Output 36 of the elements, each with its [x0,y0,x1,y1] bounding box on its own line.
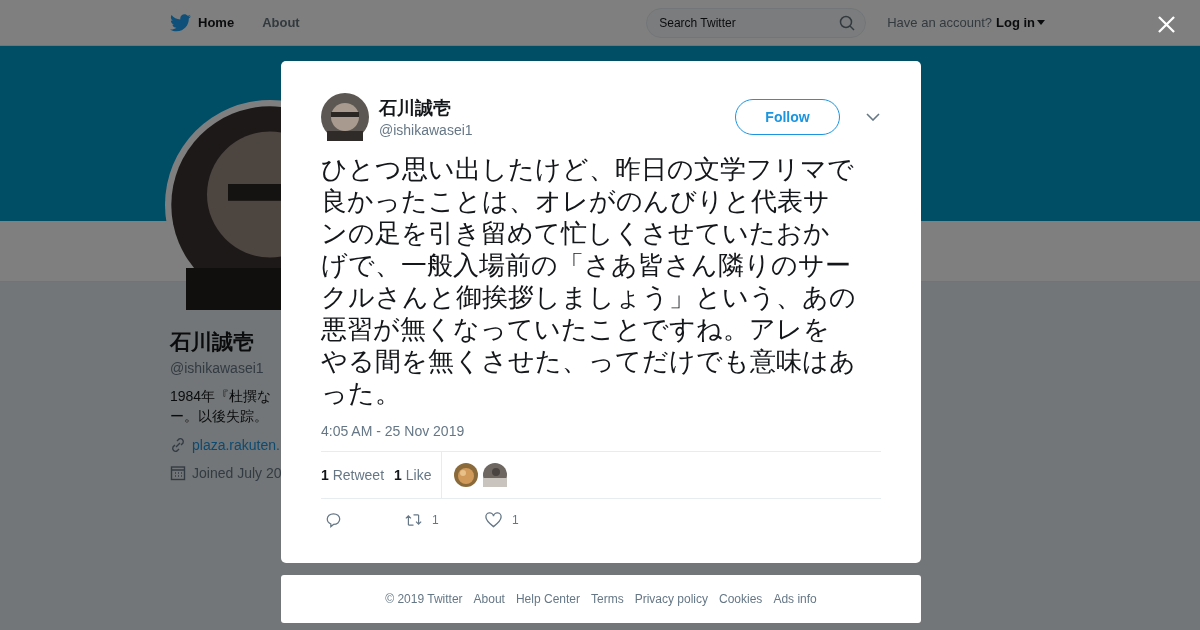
joined-date: Joined July 20 [192,465,282,481]
tweet-time: 4:05 AM - 25 Nov 2019 [321,423,466,439]
bio-text: 1984年『杜撰な [170,387,273,406]
close-icon[interactable] [1158,16,1175,33]
footer-link[interactable]: Terms [591,592,624,606]
bird-icon [170,13,191,32]
follow-button[interactable]: Follow [735,99,840,135]
profile-name: 石川誠壱 [170,329,255,355]
footer-link[interactable]: Cookies [719,592,763,606]
chevron-icon[interactable] [866,113,880,121]
search-field[interactable]: Search Twitter [646,7,867,38]
footer-link[interactable]: Ads info [773,592,817,606]
login-link[interactable]: Log in [996,15,1035,30]
profile-handle: @ishikawasei1 [170,360,265,376]
footer-link[interactable]: Privacy policy [634,592,708,606]
tweet-text: ひとつ思い出したけど、昨日の文学フリマで良かったことは、オレがのんびりと代表サンの足を引き留めて忙しくさせていたおかげで、一般入場前の「さあ皆さん隣りのサークルさんと御挨拶しましょう」という、あの悪習が無くなっていたことですね。アレをやる間を無くさせた、ってだけでも意味はあった。 [321,153,856,409]
footer-link[interactable]: © 2019 Twitter [385,592,463,606]
footer-link[interactable]: Help Center [515,592,580,606]
caret-icon [1037,20,1045,25]
nav-link[interactable]: About [262,15,300,30]
calendar-icon [170,465,186,481]
retweet-icon[interactable] [405,512,422,528]
heart-icon[interactable] [485,512,502,528]
action-count: 1 [432,513,439,527]
nav-link[interactable]: Home [198,15,235,30]
footer-link[interactable]: About [473,592,505,606]
reply-icon[interactable] [325,512,342,528]
search-icon [839,14,856,31]
link-icon [170,437,186,453]
account-prompt: Have an account? [887,15,992,30]
bio-text: ー。以後失踪。 [170,407,269,426]
author-name: 石川誠壱 [379,97,452,120]
stat-link[interactable]: 1 Like [394,467,432,483]
stat-link[interactable]: 1 Retweet [321,467,385,483]
action-count: 1 [512,513,519,527]
author-handle: @ishikawasei1 [379,122,474,138]
